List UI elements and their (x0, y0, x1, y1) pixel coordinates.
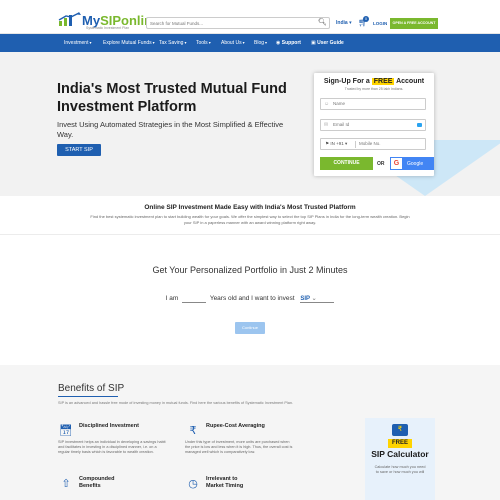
sip-calculator-title: SIP Calculator (371, 449, 429, 459)
nav-item-label: Blog (254, 40, 265, 46)
rupee-icon: ₹ (189, 425, 197, 437)
benefit-description: Under this type of investment, more unit… (185, 440, 293, 454)
name-placeholder: Name (333, 101, 346, 106)
google-signin-button[interactable]: G Google (390, 157, 434, 170)
main-nav: Investment▾ Explore Mutual Funds▾ Tax Sa… (0, 34, 500, 52)
nav-item-explore-mutual-funds[interactable]: Explore Mutual Funds▾ (103, 40, 155, 46)
start-sip-button[interactable]: START SIP (57, 144, 101, 156)
nav-item-tax-saving[interactable]: Tax Saving▾ (159, 40, 186, 46)
invest-type-select[interactable]: SIP ⌄ (300, 295, 335, 303)
continue-button[interactable]: CONTINUE (320, 157, 373, 170)
nav-item-label: Investment (64, 40, 89, 46)
open-account-button[interactable]: OPEN A FREE ACCOUNT (390, 18, 438, 29)
hero-title: India's Most Trusted Mutual Fund Investm… (57, 81, 287, 115)
search-icon[interactable]: 🔍︎ (318, 18, 327, 26)
nav-item-support[interactable]: ◉ Support (276, 40, 301, 46)
benefit-title: Irrelevant to Market Timing (206, 476, 244, 489)
chevron-down-icon: ▾ (344, 141, 348, 146)
sip-calculator-description: Calculate how much you need to save or h… (374, 465, 426, 474)
benefit-title: Rupee-Cost Averaging (206, 423, 265, 429)
calendar-icon: 📅︎ (59, 425, 73, 437)
top-header: MySIPonline Systematic Investment Plan 🔍… (0, 0, 500, 34)
title-underline (58, 396, 118, 397)
benefits-title: Benefits of SIP (58, 383, 125, 394)
signup-title-suffix: Account (396, 78, 425, 85)
i-am-label: I am (165, 295, 179, 302)
divider (355, 141, 356, 148)
benefit-title: Compounded Benefits (79, 476, 115, 489)
user-icon: ☺ (324, 101, 330, 107)
nav-item-label: Explore Mutual Funds (103, 40, 152, 46)
nav-item-blog[interactable]: Blog▾ (254, 40, 267, 46)
search-input[interactable] (146, 17, 330, 29)
autofill-icon[interactable] (417, 123, 422, 127)
chevron-down-icon: ▾ (265, 40, 268, 45)
chevron-down-icon: ▾ (89, 40, 92, 45)
chevron-down-icon: ▾ (152, 40, 155, 45)
email-placeholder: Email Id (333, 122, 350, 127)
signup-card: Sign-Up For a FREE Account Trusted by mo… (314, 73, 434, 176)
mobile-placeholder: Mobile No. (359, 141, 381, 146)
free-badge: FREE (371, 78, 395, 85)
benefit-description: SIP investment helps an individual in de… (58, 440, 166, 454)
nav-item-label: Support (281, 40, 301, 46)
logo-chart-icon[interactable] (58, 12, 82, 27)
chevron-down-icon: ▾ (208, 40, 211, 45)
country-code-select[interactable]: ⚑ IN +91 ▾ (325, 139, 347, 149)
years-old-label: Years old and I want to invest (209, 295, 295, 302)
clock-icon: ◷ (188, 478, 198, 490)
age-form-row: I am Years old and I want to invest SIP … (0, 295, 500, 303)
signup-trust-text: Trusted by more than 25 lakh Indians. (344, 87, 404, 91)
free-badge: FREE (388, 439, 412, 448)
benefits-description: SIP is an advanced and hassle free mode … (58, 401, 294, 405)
email-field[interactable]: ✉ Email Id (320, 119, 426, 131)
nav-item-label: Tools (196, 40, 208, 46)
google-label: Google (407, 161, 424, 167)
portfolio-title: Get Your Personalized Portfolio in Just … (152, 265, 348, 275)
nav-item-about-us[interactable]: About Us▾ (221, 40, 245, 46)
sip-calculator-card[interactable]: ₹ FREE SIP Calculator Calculate how much… (365, 418, 435, 500)
age-input[interactable] (182, 295, 207, 303)
name-field[interactable]: ☺ Name (320, 98, 426, 110)
book-icon: ▣ (311, 40, 316, 46)
country-code-label: IN +91 (330, 141, 344, 146)
growth-icon: ⇧ (61, 478, 71, 490)
online-sip-description: Find the best systematic investment plan… (90, 214, 410, 225)
calculator-icon: ₹ (392, 424, 408, 436)
nav-item-user-guide[interactable]: ▣ User Guide (311, 40, 344, 46)
country-selector[interactable]: India ▾ (336, 20, 352, 26)
hero-subtitle: Invest Using Automated Strategies in the… (57, 120, 284, 139)
signup-title: Sign-Up For a FREE Account (314, 78, 434, 85)
benefit-title: Disciplined Investment (79, 423, 139, 429)
flag-icon: ⚑ (325, 141, 330, 146)
mail-icon: ✉ (324, 122, 329, 128)
chevron-down-icon: ▾ (184, 40, 187, 45)
mobile-field[interactable]: ⚑ IN +91 ▾ Mobile No. (320, 138, 426, 150)
chevron-down-icon: ▾ (242, 40, 245, 45)
cart-count-badge: 0 (363, 16, 369, 22)
chevron-down-icon: ⌄ (311, 296, 317, 302)
portfolio-continue-button[interactable]: Continue (235, 322, 265, 334)
support-icon: ◉ (276, 40, 281, 46)
nav-item-label: About Us (221, 40, 242, 46)
nav-item-label: Tax Saving (159, 40, 184, 46)
invest-type-value: SIP (300, 296, 310, 302)
chevron-down-icon: ▾ (349, 20, 352, 26)
google-icon: G (391, 158, 402, 169)
nav-item-tools[interactable]: Tools▾ (196, 40, 211, 46)
nav-item-investment[interactable]: Investment▾ (64, 40, 91, 46)
nav-item-label: User Guide (317, 40, 344, 46)
logo-tagline: Systematic Investment Plan (86, 26, 130, 30)
section-divider (0, 234, 500, 235)
country-label: India (336, 20, 348, 26)
signup-title-prefix: Sign-Up For a (323, 78, 370, 85)
online-sip-title: Online SIP Investment Made Easy with Ind… (144, 204, 356, 211)
login-link[interactable]: LOGIN (373, 21, 387, 26)
or-label: OR (377, 161, 385, 167)
